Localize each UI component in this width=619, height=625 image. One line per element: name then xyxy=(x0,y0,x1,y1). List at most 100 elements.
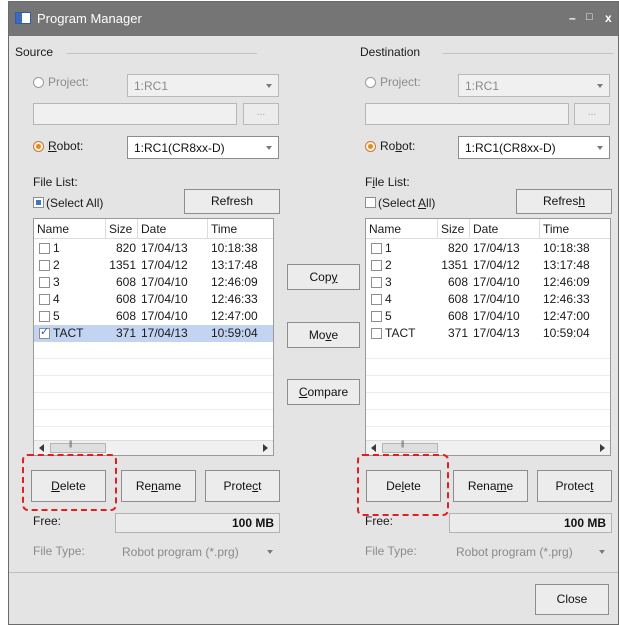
row-checkbox[interactable] xyxy=(371,294,382,305)
cell-name: TACT xyxy=(53,326,84,340)
source-select-all-checkbox[interactable] xyxy=(33,197,44,208)
column-header-name[interactable]: Name xyxy=(366,219,438,239)
cell-size: 371 xyxy=(447,326,468,340)
list-item[interactable]: 4 608 17/04/10 12:46:33 xyxy=(34,291,273,308)
destination-robot-radio[interactable] xyxy=(365,141,376,152)
cell-name: 5 xyxy=(385,309,392,323)
list-item[interactable]: 5 608 17/04/10 12:47:00 xyxy=(34,308,273,325)
list-item[interactable]: 2 1351 17/04/12 13:17:48 xyxy=(366,257,610,274)
list-item[interactable]: 3 608 17/04/10 12:46:09 xyxy=(34,274,273,291)
row-checkbox[interactable] xyxy=(371,277,382,288)
row-checkbox[interactable] xyxy=(39,277,50,288)
cell-date: 17/04/10 xyxy=(473,309,520,323)
destination-project-radio[interactable] xyxy=(365,77,376,88)
row-checkbox[interactable] xyxy=(39,243,50,254)
cell-date: 17/04/10 xyxy=(141,292,188,306)
source-project-radio[interactable] xyxy=(33,77,44,88)
source-refresh-button[interactable]: Refresh xyxy=(184,189,280,214)
destination-project-value: 1:RC1 xyxy=(465,79,500,93)
cell-date: 17/04/12 xyxy=(141,258,188,272)
list-item[interactable]: TACT 371 17/04/13 10:59:04 xyxy=(34,325,273,342)
destination-file-list[interactable]: Name Size Date Time 1 820 17/04/13 10:18:38… xyxy=(365,218,611,456)
destination-robot-value: 1:RC1(CR8xx-D) xyxy=(465,141,556,155)
source-protect-button[interactable]: Protect xyxy=(205,470,280,502)
column-header-time[interactable]: Time xyxy=(540,219,610,239)
list-item[interactable]: 2 1351 17/04/12 13:17:48 xyxy=(34,257,273,274)
row-checkbox[interactable] xyxy=(39,311,50,322)
cell-name: TACT xyxy=(385,326,416,340)
destination-delete-highlight xyxy=(357,454,449,516)
maximize-icon[interactable]: □ xyxy=(586,11,593,23)
column-header-size[interactable]: Size xyxy=(438,219,470,239)
row-checkbox[interactable] xyxy=(39,260,50,271)
source-free-label: Free: xyxy=(33,514,62,528)
move-button[interactable]: Move xyxy=(287,322,360,348)
list-item[interactable]: 4 608 17/04/10 12:46:33 xyxy=(366,291,610,308)
row-checkbox[interactable] xyxy=(371,328,382,339)
close-icon[interactable]: x xyxy=(605,11,612,25)
source-robot-select[interactable]: 1:RC1(CR8xx-D) xyxy=(127,136,279,159)
column-header-date[interactable]: Date xyxy=(470,219,540,239)
source-robot-value: 1:RC1(CR8xx-D) xyxy=(134,141,225,155)
scroll-left-icon[interactable] xyxy=(371,444,376,452)
source-delete-highlight xyxy=(22,454,117,511)
destination-protect-button[interactable]: Protect xyxy=(537,470,612,502)
close-button[interactable]: Close xyxy=(535,584,609,615)
source-file-type-label: File Type: xyxy=(33,544,85,558)
scroll-right-icon[interactable] xyxy=(263,444,268,452)
list-item[interactable]: 3 608 17/04/10 12:46:09 xyxy=(366,274,610,291)
scroll-left-icon[interactable] xyxy=(39,444,44,452)
cell-date: 17/04/10 xyxy=(141,309,188,323)
destination-refresh-button[interactable]: Refresh xyxy=(516,189,612,214)
scroll-thumb[interactable] xyxy=(50,441,106,453)
title-bar[interactable]: Program Manager – □ x xyxy=(9,2,618,36)
column-header-size[interactable]: Size xyxy=(106,219,138,239)
copy-button[interactable]: Copy xyxy=(287,264,360,290)
row-checkbox[interactable] xyxy=(39,294,50,305)
cell-time: 12:46:33 xyxy=(543,292,590,306)
cell-date: 17/04/13 xyxy=(473,326,520,340)
compare-button[interactable]: Compare xyxy=(287,379,360,405)
cell-size: 371 xyxy=(115,326,136,340)
destination-file-type-value: Robot program (*.prg) xyxy=(456,545,573,559)
source-file-list[interactable]: Name Size Date Time 1 820 17/04/13 10:18:38… xyxy=(33,218,274,456)
destination-free-label: Free: xyxy=(365,514,394,528)
source-browse-button: ... xyxy=(243,103,279,125)
row-checkbox[interactable] xyxy=(371,260,382,271)
destination-select-all-label: (Select All) xyxy=(378,196,436,210)
source-project-value: 1:RC1 xyxy=(134,79,169,93)
row-checkbox[interactable] xyxy=(371,311,382,322)
destination-group-line xyxy=(443,53,613,54)
destination-robot-select[interactable]: 1:RC1(CR8xx-D) xyxy=(458,136,610,159)
source-rename-button[interactable]: Rename xyxy=(121,470,196,502)
column-header-date[interactable]: Date xyxy=(138,219,208,239)
list-item[interactable]: 1 820 17/04/13 10:18:38 xyxy=(366,240,610,257)
destination-select-all-checkbox[interactable] xyxy=(365,197,376,208)
scroll-thumb[interactable] xyxy=(382,441,438,453)
row-checkbox[interactable] xyxy=(371,243,382,254)
destination-list-scrollbar[interactable] xyxy=(366,440,610,455)
grid-line xyxy=(366,426,610,427)
destination-project-select: 1:RC1 xyxy=(458,74,610,97)
cell-time: 10:59:04 xyxy=(211,326,258,340)
column-header-time[interactable]: Time xyxy=(208,219,273,239)
cell-name: 5 xyxy=(53,309,60,323)
list-item[interactable]: 5 608 17/04/10 12:47:00 xyxy=(366,308,610,325)
cell-time: 12:46:09 xyxy=(543,275,590,289)
grid-line xyxy=(34,426,273,427)
cell-time: 12:47:00 xyxy=(211,309,258,323)
minimize-icon[interactable]: – xyxy=(569,11,576,25)
list-item[interactable]: TACT 371 17/04/13 10:59:04 xyxy=(366,325,610,342)
cell-time: 13:17:48 xyxy=(211,258,258,272)
source-free-value: 100 MB xyxy=(115,513,280,533)
source-robot-radio[interactable] xyxy=(33,141,44,152)
destination-robot-label: Robot: xyxy=(380,139,416,153)
column-header-name[interactable]: Name xyxy=(34,219,106,239)
source-path-input xyxy=(33,103,237,125)
list-item[interactable]: 1 820 17/04/13 10:18:38 xyxy=(34,240,273,257)
scroll-right-icon[interactable] xyxy=(600,444,605,452)
row-checkbox[interactable] xyxy=(39,325,50,339)
destination-rename-button[interactable]: Rename xyxy=(453,470,528,502)
program-manager-window: Program Manager – □ x Source Project: 1:… xyxy=(8,1,619,625)
source-list-scrollbar[interactable] xyxy=(34,440,273,455)
